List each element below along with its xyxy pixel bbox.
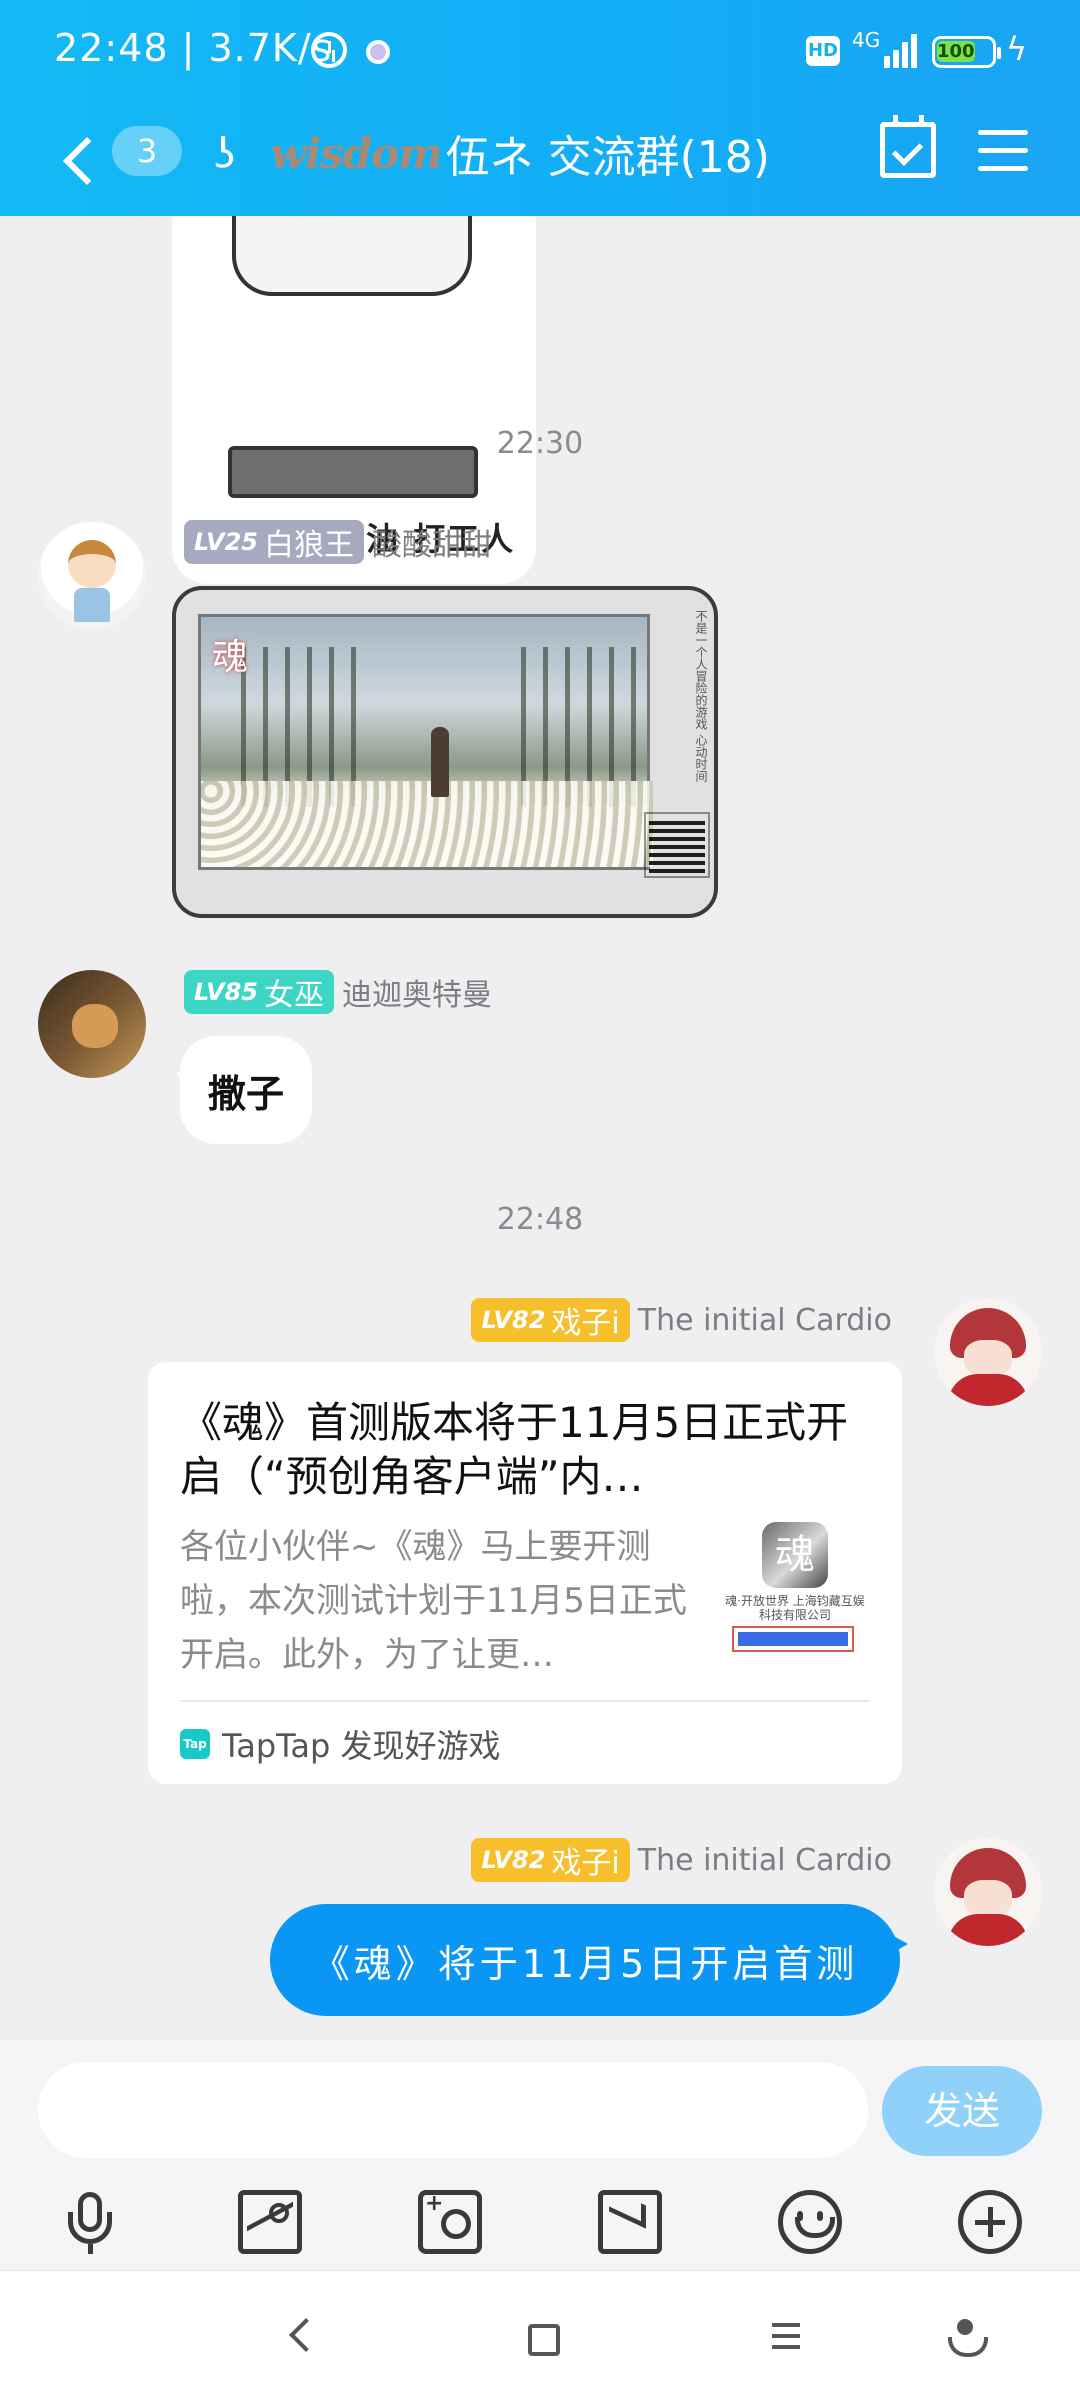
card-source-label: TapTap 发现好游戏 (222, 1727, 501, 1765)
text-bubble[interactable]: 撒子 (175, 1036, 313, 1144)
avatar[interactable] (934, 1298, 1042, 1406)
level-number: LV25 (194, 528, 258, 556)
send-button[interactable]: 发送 (882, 2066, 1042, 2156)
image-poem: 不是一个人冒险的游戏 心动时间 (694, 610, 708, 782)
sender-name: The initial Cardio (637, 1842, 892, 1878)
avatar-face (964, 1340, 1012, 1376)
message-list[interactable]: 加油 打工人 22:30 LV25 白狼王 酸酸甜甜 魂 不是一个人冒险的游戏 心… (0, 216, 1080, 2040)
battery-level: 100 (937, 41, 975, 62)
message-input[interactable] (38, 2062, 868, 2158)
link-card[interactable]: 《魂》首测版本将于11月5日正式开启（“预创角客户端”内… 各位小伙伴~《魂》马… (148, 1362, 902, 1784)
signal-icon (880, 32, 920, 68)
level-badge: LV85 女巫 (184, 970, 334, 1014)
system-recents-icon[interactable] (760, 2311, 810, 2361)
sender-info[interactable]: LV82 戏子i The initial Cardio (471, 1298, 892, 1342)
input-toolbar (0, 2180, 1080, 2270)
red-packet-icon[interactable] (598, 2190, 662, 2254)
level-number: LV82 (481, 1306, 546, 1334)
sender-info[interactable]: LV82 戏子i The initial Cardio (471, 1838, 892, 1882)
avatar-collar (948, 1914, 1028, 1946)
image-scene (198, 614, 653, 870)
group-logo-text: wisdom (270, 128, 443, 178)
avatar-body (74, 588, 110, 622)
sender-name: The initial Cardio (637, 1302, 892, 1338)
level-badge: LV25 白狼王 (184, 520, 364, 564)
taptap-icon: Tap (180, 1729, 210, 1759)
back-icon[interactable] (56, 130, 102, 190)
system-back-icon[interactable] (276, 2311, 326, 2361)
system-nav-bar (0, 2270, 1080, 2400)
camera-icon[interactable] (418, 2190, 482, 2254)
card-description: 各位小伙伴~《魂》马上要开测啦，本次测试计划于11月5日正式开启。此外，为了让更… (180, 1527, 687, 1675)
level-number: LV85 (194, 978, 258, 1006)
group-name: 伍ネ 交流群(18) (445, 132, 770, 183)
thumbnail-text: 魂·开放世界 上海钧藏互娱科技有限公司 (725, 1594, 865, 1622)
level-badge: LV82 戏子i (471, 1838, 630, 1882)
input-area: 发送 (0, 2040, 1080, 2270)
sender-name: 酸酸甜甜 (371, 528, 492, 563)
system-assistant-icon[interactable] (940, 2311, 990, 2361)
status-time: 22:48 | 3.7K/s (54, 26, 333, 70)
earpiece-mode-icon[interactable]: ʖ (214, 128, 254, 180)
timestamp: 22:30 (496, 426, 584, 461)
sender-name: 迪迦奥特曼 (341, 978, 492, 1013)
charging-icon: ϟ (1006, 30, 1028, 68)
group-title[interactable]: wisdom 伍ネ 交流群(18) (270, 118, 770, 188)
level-title: 戏子i (551, 1306, 620, 1341)
message-text: 撒子 (208, 1071, 285, 1116)
level-title: 白狼王 (263, 528, 354, 563)
photo-icon[interactable] (238, 2190, 302, 2254)
sticker-hands (232, 216, 472, 296)
thumbnail-button (732, 1626, 854, 1652)
microphone-icon[interactable] (58, 2190, 122, 2254)
game-logo-icon: 魂 (212, 637, 249, 678)
avatar[interactable] (934, 1838, 1042, 1946)
level-title: 女巫 (263, 978, 324, 1013)
level-badge: LV82 戏子i (471, 1298, 630, 1342)
chat-navbar: 3 ʖ wisdom 伍ネ 交流群(18) (0, 104, 1080, 216)
avatar[interactable] (38, 970, 146, 1078)
battery-icon: 100 (932, 36, 1001, 68)
level-number: LV82 (481, 1846, 546, 1874)
sender-info[interactable]: LV25 白狼王 酸酸甜甜 (184, 520, 492, 564)
hd-icon: HD (806, 36, 840, 66)
alarm-icon (311, 32, 347, 68)
avatar-face (68, 540, 116, 588)
avatar-face (72, 1004, 118, 1048)
timestamp: 22:48 (496, 1202, 584, 1237)
status-bar: 22:48 | 3.7K/s HD 4G 100 ϟ (0, 0, 1080, 104)
system-home-icon[interactable] (515, 2311, 565, 2361)
image-character (431, 727, 449, 797)
message-text: 《魂》将于11月5日开启首测 (311, 1941, 859, 1986)
sender-info[interactable]: LV85 女巫 迪迦奥特曼 (184, 970, 492, 1014)
unread-badge[interactable]: 3 (112, 126, 182, 176)
card-thumbnail: 魂 魂·开放世界 上海钧藏互娱科技有限公司 (720, 1522, 870, 1672)
calendar-check-icon[interactable] (880, 115, 936, 178)
network-type: 4G (852, 28, 881, 52)
qr-code-icon (644, 812, 710, 878)
avatar[interactable] (38, 522, 146, 630)
level-title: 戏子i (551, 1846, 620, 1881)
card-title: 《魂》首测版本将于11月5日正式开启（“预创角客户端”内… (180, 1398, 849, 1501)
avatar-face (964, 1880, 1012, 1916)
more-plus-icon[interactable] (958, 2190, 1022, 2254)
card-source: Tap TapTap 发现好游戏 (180, 1720, 501, 1768)
emoji-icon[interactable] (778, 2190, 842, 2254)
app-header: 22:48 | 3.7K/s HD 4G 100 ϟ 3 ʖ wisdom 伍ネ… (0, 0, 1080, 216)
card-divider (180, 1700, 870, 1702)
image-message[interactable]: 魂 不是一个人冒险的游戏 心动时间 (172, 586, 718, 918)
mic-stem (88, 2244, 93, 2254)
outgoing-text-bubble[interactable]: 《魂》将于11月5日开启首测 (270, 1904, 908, 2016)
app-icon: 魂 (762, 1522, 828, 1588)
image-flowers (201, 781, 653, 867)
menu-icon[interactable] (978, 128, 1028, 172)
mic-arc (68, 2212, 112, 2244)
avatar-collar (948, 1374, 1028, 1406)
vpn-icon (366, 40, 390, 64)
